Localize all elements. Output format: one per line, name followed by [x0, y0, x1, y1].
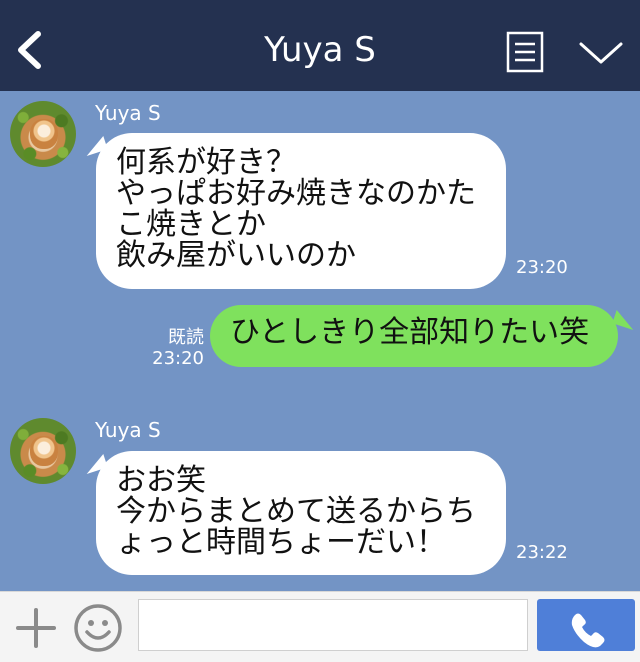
- message-list[interactable]: Yuya S 何系が好き？ やっぱお好み焼きなのかた こ焼きとか 飲み屋がいいの…: [0, 91, 640, 591]
- read-label: 既読: [168, 327, 204, 348]
- avatar[interactable]: [10, 101, 76, 167]
- message-bubble-incoming[interactable]: 何系が好き？ やっぱお好み焼きなのかた こ焼きとか 飲み屋がいいのか: [96, 133, 506, 289]
- read-receipt: 既読 23:20: [150, 327, 204, 369]
- sender-name: Yuya S: [95, 101, 161, 125]
- message-bubble-incoming[interactable]: おお笑 今からまとめて送るからち ょっと時間ちょーだい！: [96, 451, 506, 575]
- call-button[interactable]: [537, 599, 635, 651]
- smiley-icon[interactable]: [72, 602, 124, 654]
- notes-menu-icon[interactable]: [506, 31, 544, 73]
- message-time: 23:20: [152, 348, 204, 369]
- sender-name: Yuya S: [95, 418, 161, 442]
- chat-header: Yuya S: [0, 0, 640, 91]
- message-time: 23:20: [516, 257, 568, 278]
- chevron-down-icon[interactable]: [578, 38, 624, 68]
- input-bar: [0, 591, 640, 662]
- message-input[interactable]: [138, 599, 528, 651]
- plus-icon[interactable]: [14, 606, 58, 650]
- avatar[interactable]: [10, 418, 76, 484]
- message-time: 23:22: [516, 542, 568, 563]
- message-bubble-outgoing[interactable]: ひとしきり全部知りたい笑: [210, 305, 618, 367]
- chat-title: Yuya S: [264, 30, 376, 70]
- phone-icon: [571, 613, 605, 648]
